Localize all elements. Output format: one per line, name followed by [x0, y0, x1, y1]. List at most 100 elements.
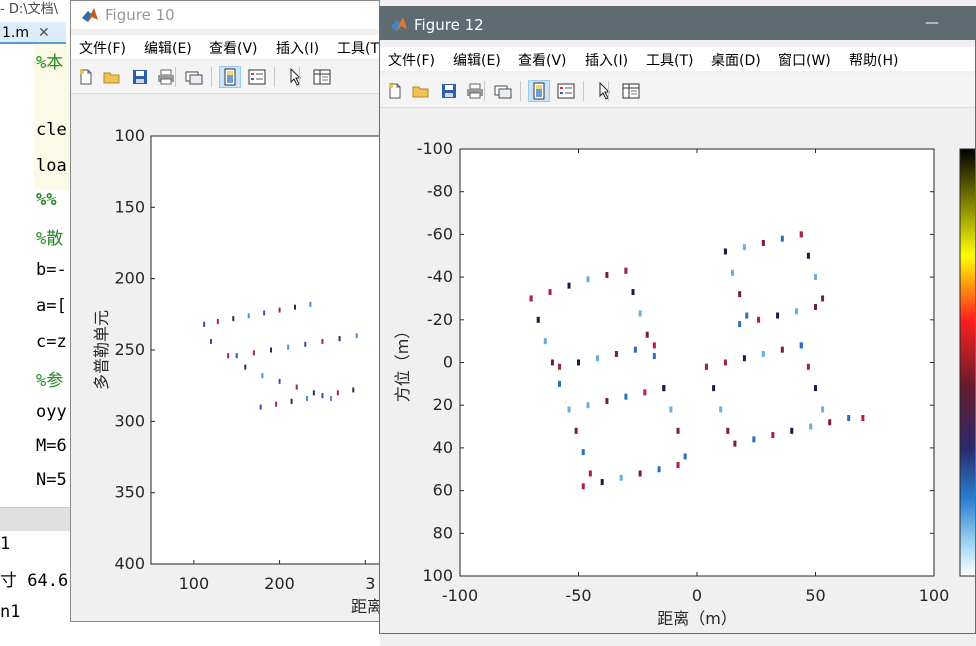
figure-12-toolbar — [380, 75, 975, 108]
menu-item[interactable]: 文件(F) — [79, 38, 126, 58]
open-folder-icon[interactable] — [101, 66, 123, 88]
figure-10-titlebar[interactable]: Figure 10 — [71, 1, 379, 29]
scatter-point — [776, 312, 780, 319]
scatter-point — [683, 453, 687, 460]
menu-item[interactable]: 查看(V) — [209, 38, 258, 58]
scatter-point — [543, 338, 547, 345]
menu-item[interactable]: 查看(V) — [518, 50, 567, 70]
y-tick-label: 250 — [114, 340, 145, 359]
scatter-point — [806, 363, 810, 370]
scatter-point — [558, 363, 562, 370]
scatter-point — [619, 474, 623, 481]
toolbar-separator — [484, 81, 485, 101]
scatter-point — [321, 393, 324, 399]
open-folder-icon[interactable] — [410, 80, 432, 102]
scatter-point — [657, 466, 661, 473]
scatter-point — [581, 449, 585, 456]
arrow-pointer-icon[interactable] — [285, 66, 307, 88]
menu-item[interactable]: 窗口(W) — [778, 50, 831, 70]
y-tick-label: 40 — [433, 438, 453, 457]
new-file-icon[interactable] — [75, 66, 97, 88]
figure-12-window[interactable]: Figure 12 — 文件(F) 编辑(E) 查看(V) 插入(I) 工具(T) 桌面(… — [379, 6, 976, 634]
scatter-point — [652, 342, 656, 349]
menu-item[interactable]: 桌面(D) — [711, 50, 761, 70]
scatter-point — [295, 384, 298, 390]
new-file-icon[interactable] — [384, 80, 406, 102]
menu-item[interactable]: 工具(T — [337, 38, 379, 58]
x-tick-label: -50 — [565, 586, 591, 605]
property-editor-icon[interactable] — [311, 66, 333, 88]
x-axis-label: 距离 — [351, 597, 380, 616]
print-icon[interactable] — [155, 66, 177, 88]
legend-icon[interactable] — [555, 80, 577, 102]
scatter-point — [330, 396, 332, 402]
x-axis-label: 距离（m） — [657, 609, 737, 628]
link-plot-icon[interactable] — [492, 80, 514, 102]
print-icon[interactable] — [464, 80, 486, 102]
scatter-point — [814, 274, 817, 281]
scatter-point — [662, 385, 666, 392]
figure-10-window[interactable]: Figure 10 文件(F) 编辑(E) 查看(V) 插入(I) 工具(T 100 15… — [70, 0, 380, 622]
toolbar-separator — [274, 67, 275, 87]
scatter-point — [643, 389, 647, 396]
command-line: n1 — [0, 602, 21, 622]
scatter-point — [203, 321, 206, 327]
matlab-icon — [81, 6, 99, 24]
save-icon[interactable] — [129, 66, 151, 88]
scatter-point — [809, 423, 813, 430]
save-icon[interactable] — [438, 80, 460, 102]
property-editor-icon[interactable] — [620, 80, 642, 102]
axes-box — [150, 135, 379, 565]
menu-item[interactable]: 插入(I) — [276, 38, 319, 58]
figure-12-titlebar[interactable]: Figure 12 — — [380, 7, 975, 40]
menu-item[interactable]: 工具(T) — [646, 50, 693, 70]
scatter-point — [290, 398, 293, 404]
scatter-point — [210, 338, 212, 344]
link-plot-icon[interactable] — [183, 66, 205, 88]
y-tick-label: 300 — [114, 411, 145, 430]
x-tick-label: 200 — [264, 574, 295, 593]
scatter-point — [719, 406, 723, 413]
scatter-point — [723, 359, 727, 366]
command-line: 寸 64.6 — [0, 571, 69, 591]
scatter-point — [795, 308, 799, 315]
scatter-point — [259, 404, 262, 410]
scatter-point — [309, 301, 312, 307]
scatter-point — [558, 380, 562, 387]
scatter-point — [287, 344, 290, 350]
colorbar-icon[interactable] — [528, 80, 550, 102]
scatter-point — [312, 390, 315, 396]
scatter-point — [761, 239, 765, 246]
editor-tab-label: 1.m — [2, 25, 29, 41]
scatter-point — [321, 338, 324, 344]
scatter-point — [814, 303, 817, 310]
scatter-point — [294, 304, 296, 310]
close-icon[interactable]: ✕ — [38, 22, 50, 44]
scatter-point — [780, 235, 784, 242]
y-tick-label: 200 — [114, 269, 145, 288]
scatter-point — [352, 387, 355, 393]
menu-item[interactable]: 编辑(E) — [453, 50, 501, 70]
scatter-point — [806, 252, 810, 259]
colorbar-icon[interactable] — [219, 66, 241, 88]
scatter-point — [605, 271, 609, 278]
colorbar — [959, 148, 975, 577]
scatter-point — [550, 359, 554, 366]
minimize-button[interactable]: — — [925, 15, 939, 31]
editor-file-tab[interactable]: 1.m ✕ — [0, 22, 66, 44]
editor-divider[interactable] — [0, 507, 70, 532]
figure-10-plot: 100 150 200 250 300 350 400 100 200 3 多普勒单元距离 — [92, 126, 380, 616]
code-line: a=[ — [36, 296, 67, 316]
scatter-point — [742, 244, 746, 251]
menu-item[interactable]: 编辑(E) — [144, 38, 192, 58]
menu-item[interactable]: 帮助(H) — [849, 50, 898, 70]
scatter-point — [216, 318, 219, 324]
scatter-point — [631, 289, 635, 296]
menu-item[interactable]: 插入(I) — [585, 50, 628, 70]
legend-icon[interactable] — [246, 66, 268, 88]
scatter-point — [704, 363, 708, 370]
arrow-pointer-icon[interactable] — [594, 80, 616, 102]
scatter-point — [638, 310, 642, 317]
code-line: %参 — [36, 371, 64, 391]
menu-item[interactable]: 文件(F) — [388, 50, 435, 70]
